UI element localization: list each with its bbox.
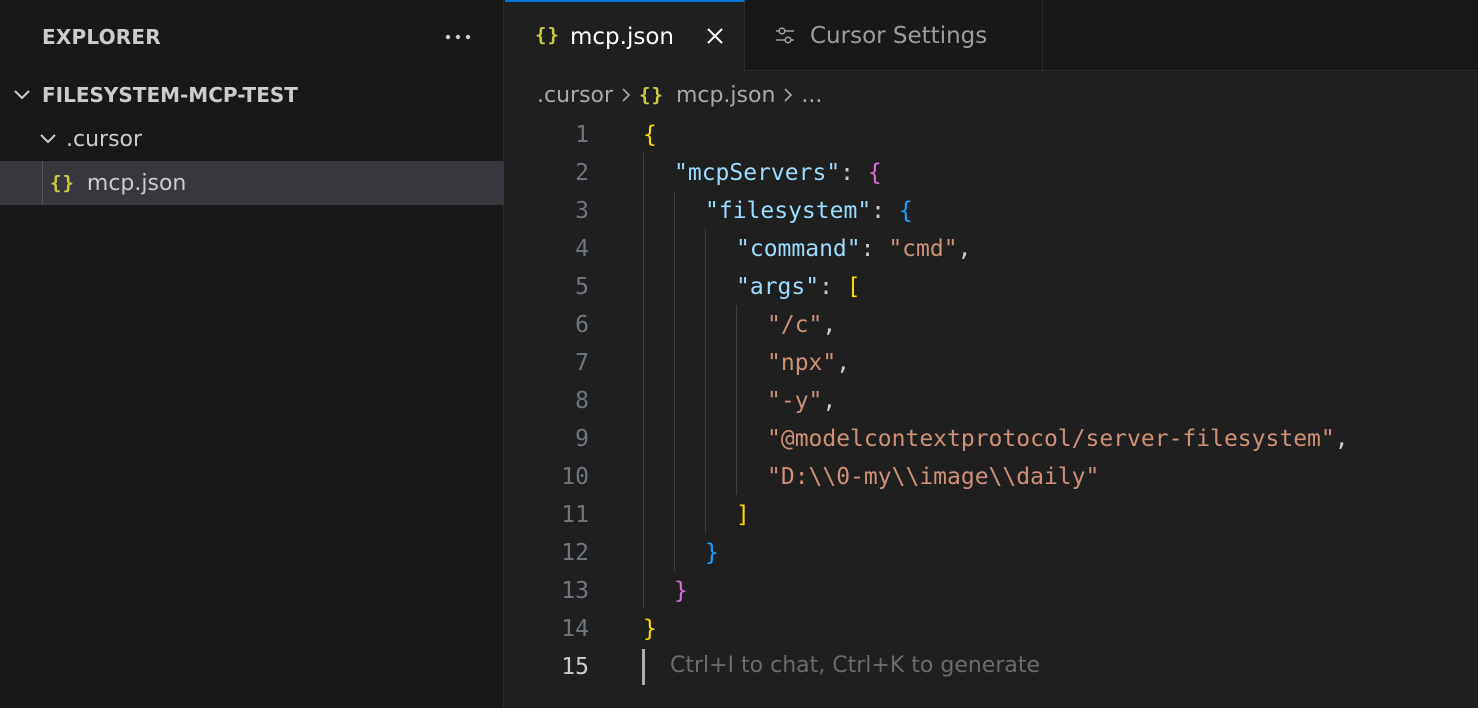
string-token: "D:\\0-my\\image\\daily" — [767, 464, 1100, 490]
line-number: 10 — [561, 464, 589, 490]
code-line: 9 "@modelcontextprotocol/server-filesyst… — [505, 420, 1478, 458]
line-number: 12 — [561, 540, 589, 566]
key-token: "mcpServers" — [674, 160, 841, 186]
punctuation-token: : — [840, 160, 868, 186]
ellipsis-icon[interactable] — [440, 22, 476, 52]
text-cursor — [642, 649, 645, 685]
tab-label: Cursor Settings — [810, 23, 988, 49]
key-token: "command" — [736, 236, 861, 262]
line-number: 14 — [561, 616, 589, 642]
json-file-icon: {} — [535, 24, 560, 46]
code-line: 2 "mcpServers": { — [505, 154, 1478, 192]
line-number: 2 — [575, 160, 589, 186]
punctuation-token: , — [822, 388, 837, 414]
code-line: 8 "-y", — [505, 382, 1478, 420]
chevron-right-icon — [781, 85, 795, 105]
string-token: "npx" — [767, 350, 837, 376]
brace-token: { — [898, 198, 913, 224]
tab-label: mcp.json — [570, 24, 674, 50]
tree-file-mcp-json[interactable]: {} mcp.json — [0, 161, 504, 205]
line-number: 9 — [575, 426, 589, 452]
punctuation-token: : — [860, 236, 889, 262]
line-number: 11 — [561, 502, 589, 528]
root-folder-label: FILESYSTEM-MCP-TEST — [42, 83, 298, 107]
tree-root-folder[interactable]: FILESYSTEM-MCP-TEST — [0, 73, 504, 117]
key-token: "args" — [736, 274, 820, 300]
line-number: 15 — [561, 654, 589, 680]
breadcrumb-folder[interactable]: .cursor — [537, 83, 613, 108]
code-line: 1 { — [505, 116, 1478, 154]
line-number: 6 — [575, 312, 589, 338]
indent-guide — [42, 161, 43, 205]
code-line: 3 "filesystem": { — [505, 192, 1478, 230]
chevron-right-icon — [619, 85, 633, 105]
punctuation-token: : — [871, 198, 899, 224]
code-line: 5 "args": [ — [505, 268, 1478, 306]
tab-bar: {} mcp.json Cursor Settings — [505, 0, 1478, 71]
code-line: 13 } — [505, 572, 1478, 610]
line-number: 13 — [561, 578, 589, 604]
chevron-down-icon — [10, 83, 34, 107]
code-editor[interactable]: 1 { 2 "mcpServers": { 3 "filesystem": { … — [505, 115, 1478, 708]
bracket-token: ] — [736, 502, 750, 528]
code-line: 7 "npx", — [505, 344, 1478, 382]
settings-sliders-icon — [774, 25, 796, 53]
line-number: 3 — [575, 198, 589, 224]
string-token: "/c" — [767, 312, 823, 338]
json-file-icon: {} — [50, 172, 75, 194]
punctuation-token: , — [822, 312, 837, 338]
punctuation-token: : — [819, 274, 847, 300]
line-number: 4 — [575, 236, 589, 262]
line-number: 7 — [575, 350, 589, 376]
brace-token: } — [705, 540, 719, 566]
line-number: 5 — [575, 274, 589, 300]
inline-hint: Ctrl+I to chat, Ctrl+K to generate — [670, 653, 1041, 678]
breadcrumb: .cursor {} mcp.json ... — [537, 78, 822, 112]
code-line: 4 "command": "cmd", — [505, 230, 1478, 268]
breadcrumb-more[interactable]: ... — [801, 83, 822, 108]
string-token: "@modelcontextprotocol/server-filesystem… — [767, 426, 1335, 452]
folder-label: .cursor — [66, 126, 143, 152]
explorer-sidebar: EXPLORER FILESYSTEM-MCP-TEST .cursor {} … — [0, 0, 504, 708]
line-number: 1 — [575, 122, 589, 148]
string-token: "cmd" — [888, 236, 958, 262]
punctuation-token: , — [957, 236, 972, 262]
punctuation-token: , — [836, 350, 851, 376]
punctuation-token: , — [1334, 426, 1349, 452]
code-line: 6 "/c", — [505, 306, 1478, 344]
breadcrumb-file[interactable]: mcp.json — [676, 83, 775, 108]
explorer-header: EXPLORER — [0, 0, 504, 76]
bracket-token: [ — [846, 274, 861, 300]
code-line: 11 ] — [505, 496, 1478, 534]
close-icon[interactable] — [703, 24, 727, 48]
brace-token: { — [867, 160, 882, 186]
brace-token: } — [643, 616, 657, 642]
explorer-title: EXPLORER — [42, 25, 161, 49]
string-token: "-y" — [767, 388, 823, 414]
json-file-icon: {} — [639, 84, 664, 106]
brace-token: } — [674, 578, 688, 604]
key-token: "filesystem" — [705, 198, 872, 224]
code-line: 10 "D:\\0-my\\image\\daily" — [505, 458, 1478, 496]
line-number: 8 — [575, 388, 589, 414]
tab-cursor-settings[interactable]: Cursor Settings — [746, 0, 1043, 71]
brace-token: { — [643, 122, 657, 148]
tab-mcp-json[interactable]: {} mcp.json — [505, 0, 745, 71]
chevron-down-icon — [36, 127, 60, 151]
code-line: 14 } — [505, 610, 1478, 648]
file-label: mcp.json — [86, 170, 187, 196]
tree-folder-cursor[interactable]: .cursor — [0, 117, 504, 161]
code-line: 12 } — [505, 534, 1478, 572]
